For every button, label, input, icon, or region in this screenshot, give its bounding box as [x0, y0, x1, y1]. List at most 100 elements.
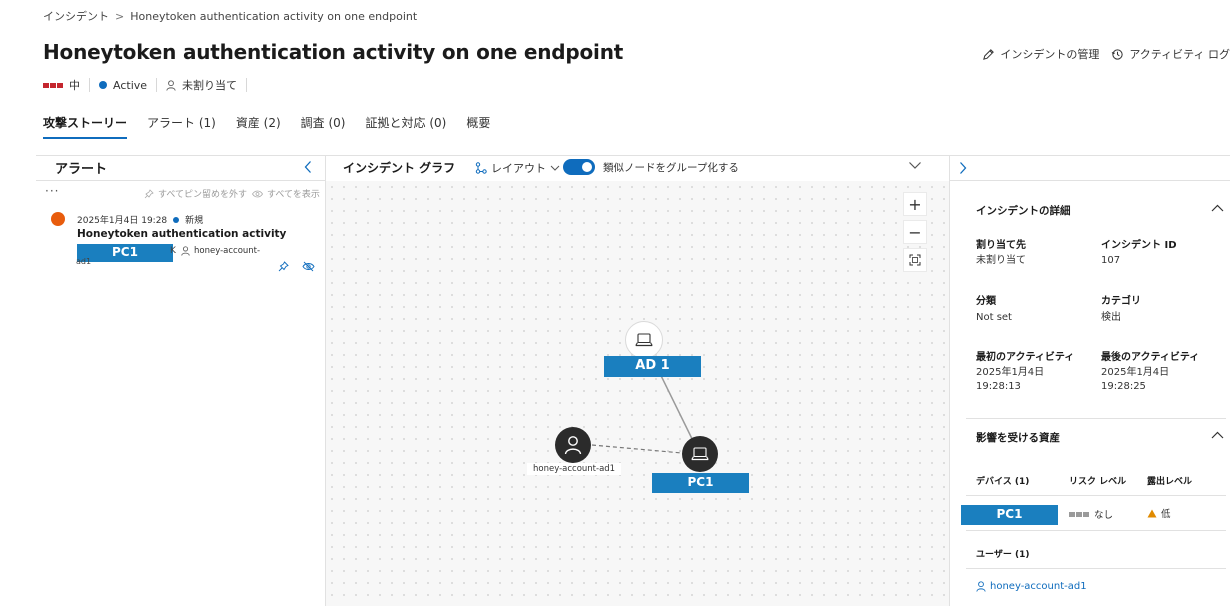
- alert-account-tail: ad1: [76, 257, 92, 266]
- user-node-label: honey-account-ad1: [527, 463, 622, 475]
- first-activity-time: 19:28:13: [976, 381, 1021, 392]
- device-exposure-label: 低: [1161, 509, 1171, 520]
- assigned-to-label: 割り当て先: [976, 240, 1026, 251]
- chevron-right-icon: [960, 162, 967, 174]
- severity-label: 中: [69, 79, 80, 92]
- chevron-right-icon: >: [115, 9, 125, 23]
- pc-node-label: PC1: [687, 475, 714, 489]
- page-title: Honeytoken authentication activity on on…: [43, 40, 624, 64]
- pc-device-node[interactable]: [682, 436, 718, 472]
- toggle-switch[interactable]: [563, 159, 595, 175]
- devices-column-header: デバイス (1): [976, 477, 1030, 487]
- alert-title[interactable]: Honeytoken authentication activity: [77, 228, 286, 240]
- risk-bars-icon: [1069, 511, 1089, 517]
- alert-account-label: honey-account-: [194, 246, 261, 256]
- hide-alert-button[interactable]: [302, 261, 315, 272]
- activity-log-button[interactable]: アクティビティ ログ: [1111, 46, 1230, 62]
- manage-incident-button[interactable]: インシデントの管理: [982, 46, 1099, 62]
- alert-status-label: 新規: [185, 216, 204, 226]
- chevron-up-icon: [1211, 204, 1224, 212]
- unpin-all-button[interactable]: すべてピン留めを外す: [144, 187, 247, 200]
- user-row-link[interactable]: honey-account-ad1: [976, 581, 1087, 592]
- alerts-pane-title: アラート: [55, 162, 108, 177]
- tab-attack-story[interactable]: 攻撃ストーリー: [43, 114, 128, 139]
- layout-label: レイアウト: [491, 162, 546, 175]
- new-status-dot-icon: [173, 216, 180, 223]
- users-header: ユーザー (1): [976, 550, 1030, 560]
- breadcrumb-root[interactable]: インシデント: [43, 8, 109, 24]
- laptop-icon: [635, 333, 653, 347]
- person-icon: [166, 79, 176, 91]
- user-account-node[interactable]: [555, 427, 591, 463]
- details-divider: [966, 418, 1226, 419]
- breadcrumb: インシデント > Honeytoken authentication activ…: [43, 8, 417, 24]
- device-exposure-level: 低: [1147, 506, 1171, 520]
- alerts-header-divider: [36, 180, 325, 181]
- ad-device-node[interactable]: [625, 321, 663, 359]
- alert-timestamp: 2025年1月4日 19:28 新規: [77, 213, 203, 226]
- pin-icon: [278, 261, 289, 272]
- breadcrumb-current: Honeytoken authentication activity on on…: [130, 9, 418, 23]
- incident-id-value: 107: [1101, 255, 1121, 266]
- assets-table-divider: [966, 495, 1226, 496]
- layout-dropdown[interactable]: レイアウト: [475, 160, 560, 176]
- classification-label: 分類: [976, 296, 996, 307]
- show-all-button[interactable]: すべてを表示: [252, 187, 320, 200]
- assets-row-divider: [966, 530, 1226, 531]
- last-activity-time: 19:28:25: [1101, 381, 1146, 392]
- person-icon: [564, 436, 582, 455]
- first-activity-date: 2025年1月4日: [976, 367, 1045, 378]
- tab-evidence[interactable]: 証拠と対応 (0): [366, 114, 447, 139]
- layout-icon: [475, 162, 487, 174]
- impacted-assets-heading: 影響を受ける資産: [976, 432, 1060, 444]
- category-value: 検出: [1101, 312, 1121, 323]
- incident-details-heading: インシデントの詳細: [976, 205, 1071, 217]
- risk-level-column-header: リスク レベル: [1069, 477, 1127, 487]
- incident-tabs: 攻撃ストーリー アラート (1) 資産 (2) 調査 (0) 証拠と対応 (0)…: [43, 114, 490, 139]
- graph-collapse-button[interactable]: [908, 161, 922, 170]
- tab-investigations[interactable]: 調査 (0): [301, 114, 346, 139]
- status-indicator: Active: [90, 78, 158, 92]
- history-icon: [1112, 48, 1124, 60]
- device-risk-label: なし: [1094, 510, 1114, 521]
- more-options-button[interactable]: ···: [45, 184, 59, 198]
- device-risk-level: なし: [1069, 507, 1113, 521]
- collapse-alerts-button[interactable]: [303, 160, 313, 174]
- last-activity-date: 2025年1月4日: [1101, 367, 1170, 378]
- manage-incident-label: インシデントの管理: [1000, 48, 1100, 61]
- status-label: Active: [113, 78, 148, 92]
- chevron-down-icon: [909, 162, 921, 169]
- person-icon: [976, 581, 986, 592]
- first-activity-label: 最初のアクティビティ: [976, 352, 1075, 363]
- last-activity-label: 最後のアクティビティ: [1101, 352, 1200, 363]
- status-dot-icon: [99, 81, 107, 89]
- pencil-icon: [983, 48, 995, 60]
- activity-log-label: アクティビティ ログ: [1129, 48, 1230, 61]
- assigned-to-value: 未割り当て: [976, 255, 1026, 266]
- user-row-name: honey-account-ad1: [990, 581, 1087, 592]
- tab-assets[interactable]: 資産 (2): [236, 114, 281, 139]
- device-row-name[interactable]: PC1: [961, 507, 1058, 521]
- group-similar-nodes-label: 類似ノードをグループ化する: [603, 161, 739, 174]
- details-header-divider: [950, 180, 1230, 181]
- group-similar-nodes-toggle[interactable]: 類似ノードをグループ化する: [563, 159, 739, 175]
- graph-title: インシデント グラフ: [343, 161, 456, 175]
- severity-indicator: 中: [43, 78, 90, 92]
- tab-summary[interactable]: 概要: [466, 114, 490, 139]
- alert-account: honey-account-: [181, 246, 260, 256]
- tab-alerts[interactable]: アラート (1): [147, 114, 216, 139]
- pin-alert-button[interactable]: [278, 261, 289, 272]
- graph-edges: [591, 340, 700, 454]
- content-divider: [36, 155, 1230, 156]
- warning-triangle-icon: [1147, 509, 1157, 517]
- alert-list-item[interactable]: 2025年1月4日 19:28 新規 Honeytoken authentica…: [45, 206, 323, 276]
- eye-off-icon: [302, 261, 315, 272]
- collapse-details-button[interactable]: [1211, 204, 1224, 212]
- incident-id-label: インシデント ID: [1101, 240, 1177, 251]
- assignee-indicator: 未割り当て: [157, 78, 248, 92]
- alert-time-label: 2025年1月4日 19:28: [77, 216, 168, 226]
- top-actions: インシデントの管理 アクティビティ ログ: [982, 46, 1230, 62]
- collapse-assets-button[interactable]: [1211, 431, 1224, 439]
- expand-details-button[interactable]: [958, 161, 968, 175]
- edge-user-pc: [591, 444, 683, 454]
